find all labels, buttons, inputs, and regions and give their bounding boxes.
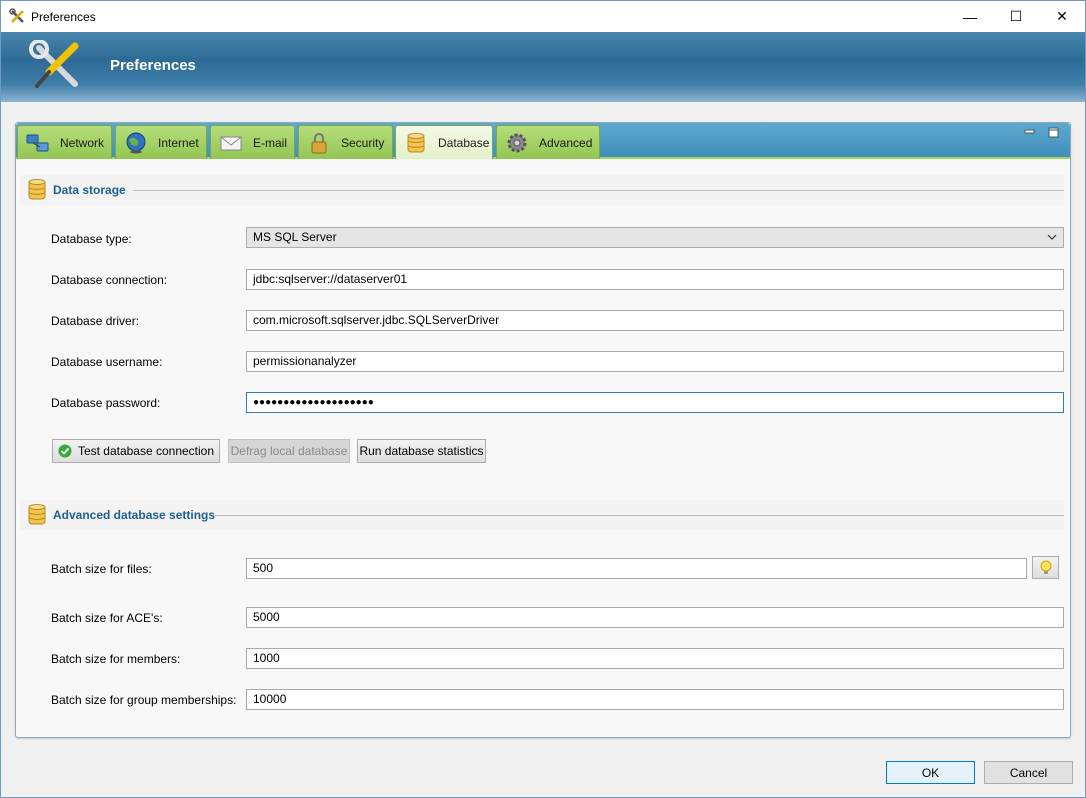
tab-security-label: Security (341, 135, 385, 150)
batch-size-members-label: Batch size for members: (51, 652, 181, 666)
database-password-label: Database password: (51, 396, 161, 410)
run-database-statistics-button[interactable]: Run database statistics (357, 439, 486, 463)
batch-size-members-input[interactable]: 1000 (246, 648, 1064, 669)
tools-icon (29, 40, 79, 88)
database-icon (28, 504, 46, 525)
batch-size-aces-label: Batch size for ACE's: (51, 611, 163, 625)
panel-minimize-icon[interactable] (1024, 127, 1036, 139)
tab-email-label: E-mail (253, 135, 288, 150)
tab-internet-label: Internet (158, 135, 199, 150)
tab-strip: Network Internet E-mail Security Databas… (16, 123, 1070, 159)
database-type-value: MS SQL Server (253, 230, 337, 244)
header-banner: Preferences (1, 32, 1085, 102)
batch-size-aces-input[interactable]: 5000 (246, 607, 1064, 628)
gear-icon (507, 133, 527, 152)
database-driver-label: Database driver: (51, 314, 140, 328)
tab-email[interactable]: E-mail (210, 125, 295, 159)
batch-size-hint-button[interactable] (1032, 556, 1059, 579)
banner-title: Preferences (110, 57, 196, 74)
database-username-input[interactable]: permissionanalyzer (246, 351, 1064, 372)
section-divider (133, 190, 1064, 191)
tools-icon (9, 8, 24, 23)
chevron-down-icon (1047, 234, 1057, 240)
batch-size-group-memberships-input[interactable]: 10000 (246, 689, 1064, 710)
defrag-local-database-button[interactable]: Defrag local database (228, 439, 350, 463)
minimize-icon: — (963, 8, 977, 25)
check-circle-icon (58, 444, 72, 458)
data-storage-title: Data storage (53, 183, 126, 197)
tab-network[interactable]: Network (17, 125, 112, 159)
cancel-button[interactable]: Cancel (984, 761, 1073, 784)
maximize-icon: ☐ (1009, 8, 1023, 24)
ok-button[interactable]: OK (886, 761, 975, 784)
close-button[interactable]: ✕ (1039, 1, 1085, 32)
batch-size-files-label: Batch size for files: (51, 562, 152, 576)
tab-advanced-label: Advanced (539, 135, 593, 150)
lightbulb-icon (1040, 560, 1051, 574)
section-divider (215, 515, 1064, 516)
panel-maximize-icon[interactable] (1048, 127, 1060, 139)
tab-network-label: Network (60, 135, 105, 150)
tab-database-label: Database (438, 135, 490, 150)
window-title: Preferences (31, 10, 96, 24)
tab-security[interactable]: Security (298, 125, 393, 159)
data-storage-section-header: Data storage (20, 175, 1064, 205)
padlock-icon (311, 132, 327, 153)
advanced-database-settings-title: Advanced database settings (53, 508, 216, 522)
tab-advanced[interactable]: Advanced (496, 125, 600, 159)
database-icon (28, 179, 46, 200)
tab-database[interactable]: Database (395, 125, 493, 159)
close-icon: ✕ (1056, 8, 1068, 24)
database-type-label: Database type: (51, 232, 132, 246)
network-icon (26, 134, 49, 151)
advanced-database-settings-section-header: Advanced database settings (20, 500, 1064, 530)
test-database-connection-label: Test database connection (77, 444, 215, 458)
test-database-connection-button[interactable]: Test database connection (52, 439, 220, 463)
tab-internet[interactable]: Internet (115, 125, 207, 159)
minimize-button[interactable]: — (947, 1, 993, 32)
maximize-button[interactable]: ☐ (993, 1, 1039, 32)
batch-size-files-input[interactable]: 500 (246, 558, 1027, 579)
database-connection-label: Database connection: (51, 273, 168, 287)
database-password-input[interactable]: ●●●●●●●●●●●●●●●●●●●● (246, 392, 1064, 413)
batch-size-group-memberships-label: Batch size for group memberships: (51, 693, 237, 707)
preferences-tab-panel: Network Internet E-mail Security Databas… (15, 122, 1071, 738)
database-icon (407, 132, 425, 152)
database-driver-input[interactable]: com.microsoft.sqlserver.jdbc.SQLServerDr… (246, 310, 1064, 331)
title-bar[interactable]: Preferences — ☐ ✕ (1, 1, 1085, 32)
globe-icon (126, 132, 146, 153)
database-type-select[interactable]: MS SQL Server (246, 227, 1064, 248)
preferences-window: Preferences — ☐ ✕ Preferences Network In… (0, 0, 1086, 798)
database-username-label: Database username: (51, 355, 163, 369)
envelope-icon (220, 136, 242, 150)
database-connection-input[interactable]: jdbc:sqlserver://dataserver01 (246, 269, 1064, 290)
